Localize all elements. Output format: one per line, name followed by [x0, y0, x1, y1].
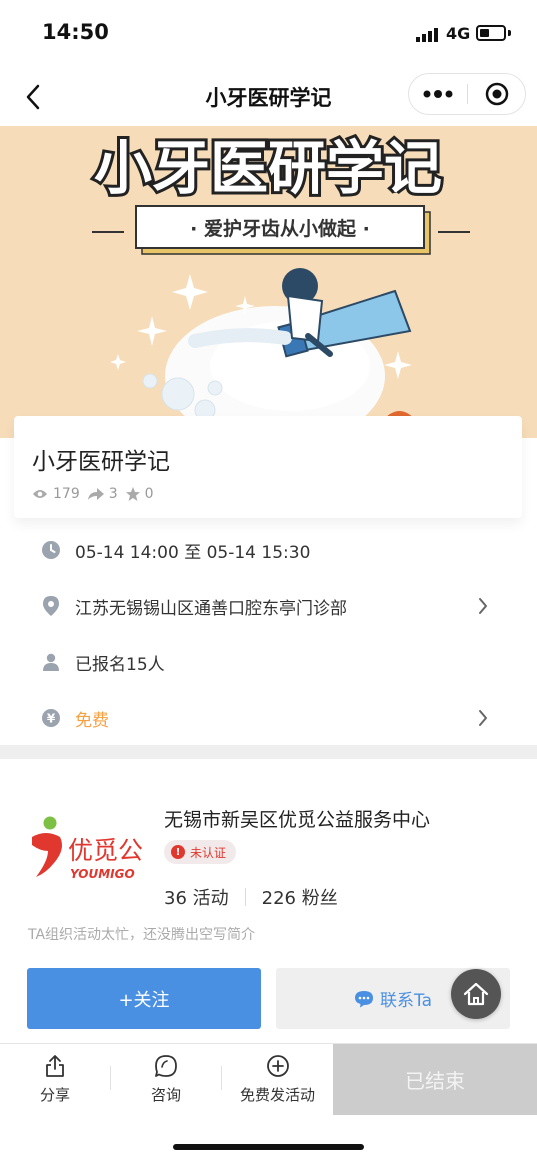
share-tab[interactable]: 分享	[0, 1044, 110, 1114]
yen-icon: ¥	[41, 708, 61, 728]
miniprogram-capsule	[408, 73, 526, 115]
event-stats: 179 3 0	[32, 486, 162, 502]
chevron-right-icon	[474, 708, 492, 728]
event-title-card: 小牙医研学记 179 3 0	[14, 416, 522, 518]
unverified-badge: ! 未认证	[164, 840, 237, 864]
network-label: 4G	[446, 24, 471, 43]
location-row[interactable]: 江苏无锡锡山区通善口腔东亭门诊部	[0, 578, 537, 634]
close-miniprogram-button[interactable]	[468, 74, 525, 114]
event-title: 小牙医研学记	[32, 449, 170, 475]
shares-count: 3	[108, 486, 118, 502]
banner-slogan: · 爱护牙齿从小做起 ·	[190, 217, 370, 240]
signal-icon	[416, 28, 438, 42]
organizer-stats: 36 活动 226 粉丝	[164, 884, 338, 910]
banner-illustration: 小牙医研学记 · 爱护牙齿从小做起 ·	[0, 126, 537, 438]
share-label: 分享	[39, 1085, 70, 1104]
event-price: 免费	[75, 710, 109, 731]
alert-icon: !	[171, 845, 185, 859]
stars-count: 0	[144, 486, 154, 502]
more-dots-icon	[423, 90, 453, 98]
banner-title: 小牙医研学记	[94, 134, 442, 202]
event-location: 江苏无锡锡山区通善口腔东亭门诊部	[75, 598, 347, 619]
logo-text: 优觅公	[68, 836, 143, 865]
eye-icon	[33, 490, 47, 498]
ended-button[interactable]: 已结束	[333, 1044, 537, 1115]
logo-subtext: YOUMIGO	[70, 867, 135, 881]
plus-circle-icon	[266, 1054, 289, 1077]
organizer-intro: TA组织活动太忙，还没腾出空写简介	[28, 927, 256, 943]
target-circle-icon	[485, 82, 508, 106]
section-divider	[0, 745, 537, 759]
battery-tip	[508, 30, 511, 36]
chat-bubble-icon	[155, 1054, 177, 1077]
publish-label: 免费发活动	[239, 1085, 315, 1104]
star-icon	[125, 487, 140, 501]
fans-count: 226 粉丝	[261, 888, 338, 909]
status-time: 14:50	[42, 20, 109, 44]
views-count: 179	[53, 486, 80, 502]
home-indicator	[173, 1144, 364, 1150]
price-row[interactable]: ¥ 免费	[0, 690, 537, 746]
clock-icon	[41, 540, 61, 560]
bottom-action-bar: 分享 咨询 免费发活动 已结束	[0, 1043, 537, 1115]
map-pin-icon	[41, 596, 61, 616]
follow-button[interactable]: +关注	[27, 968, 261, 1029]
more-button[interactable]	[409, 74, 467, 114]
organizer-name[interactable]: 无锡市新吴区优觅公益服务中心	[164, 805, 430, 832]
registered-count: 已报名15人	[75, 654, 165, 675]
organizer-logo[interactable]: 优觅公 YOUMIGO	[26, 815, 154, 885]
chevron-right-icon	[474, 596, 492, 616]
event-banner: 小牙医研学记 · 爱护牙齿从小做起 ·	[0, 126, 537, 438]
chat-bubble-icon	[355, 990, 373, 1007]
publish-tab[interactable]: 免费发活动	[222, 1044, 333, 1114]
contact-label: 联系Ta	[380, 991, 432, 1011]
registered-row: 已报名15人	[0, 634, 537, 690]
time-row: 05-14 14:00 至 05-14 15:30	[0, 522, 537, 578]
consult-label: 咨询	[150, 1085, 181, 1104]
svg-text:¥: ¥	[47, 712, 56, 726]
badge-label: 未认证	[190, 845, 227, 860]
stats-divider	[244, 888, 246, 906]
home-icon	[463, 982, 489, 1006]
activities-count: 36 活动	[164, 888, 229, 909]
share-arrow-icon	[87, 487, 104, 500]
person-icon	[41, 652, 61, 672]
battery-icon	[476, 25, 506, 41]
consult-tab[interactable]: 咨询	[111, 1044, 221, 1114]
event-time: 05-14 14:00 至 05-14 15:30	[75, 542, 311, 563]
share-icon	[46, 1054, 64, 1077]
home-button[interactable]	[451, 969, 501, 1019]
